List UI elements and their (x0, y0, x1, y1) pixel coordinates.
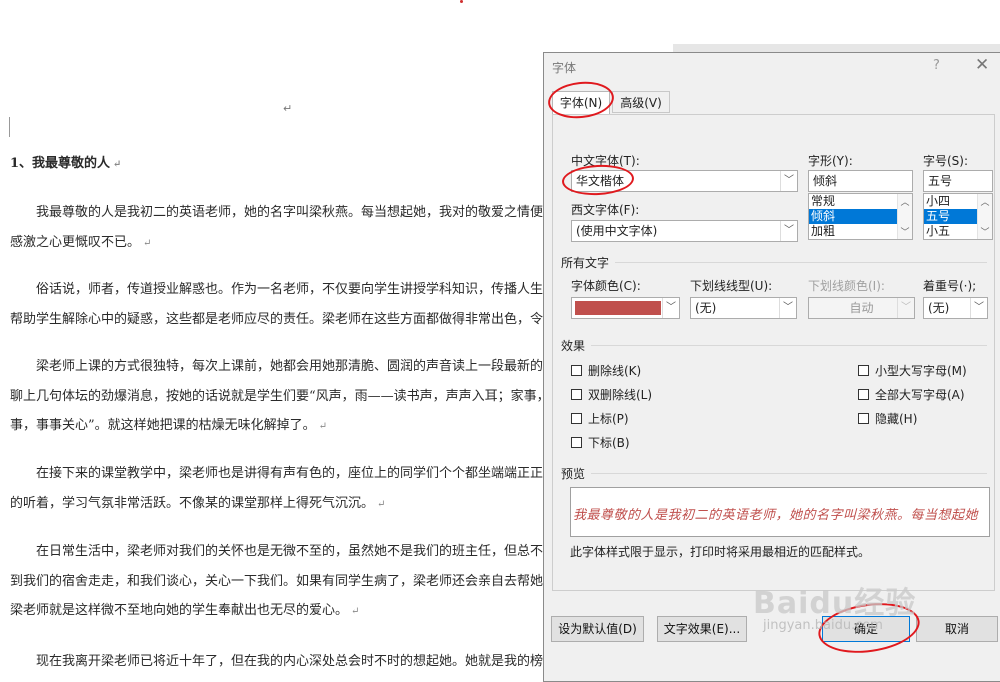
chinese-font-combo[interactable]: 华文楷体 ﹀ (571, 170, 798, 192)
underline-style-combo[interactable]: (无) ﹀ (690, 297, 797, 319)
chevron-down-icon: ﹀ (780, 221, 797, 241)
doc-line: 聊上几句体坛的劲爆消息，按她的话说就是学生们要“风声，雨——读书声，声声入耳；家… (10, 389, 602, 404)
font-size-input[interactable]: 五号 (923, 170, 993, 192)
doc-line: 梁老师上课的方式很独特，每次上课前，她都会用她那清脆、圆润的声音读上一段最新的社… (36, 359, 596, 374)
doc-line: 事，事事关心”。就这样她把课的枯燥无味化解掉了。 ↵ (10, 418, 328, 433)
font-size-list[interactable]: 小四 五号 小五 ︿ ﹀ (923, 193, 993, 240)
emphasis-mark-combo[interactable]: (无) ﹀ (923, 297, 988, 319)
section-divider (591, 473, 987, 474)
text-cursor (9, 117, 10, 137)
superscript-checkbox[interactable]: 上标(P) (571, 410, 629, 427)
emphasis-mark-value: (无) (928, 301, 950, 315)
emphasis-mark-label: 着重号(·); (923, 279, 977, 293)
chevron-down-icon: ﹀ (970, 298, 987, 318)
doc-line: 帮助学生解除心中的疑惑，这些都是老师应尽的责任。梁老师在这些方面都做得非常出色，… (10, 312, 609, 327)
font-style-input[interactable]: 倾斜 (808, 170, 913, 192)
small-caps-checkbox[interactable]: 小型大写字母(M) (858, 362, 967, 379)
western-font-combo[interactable]: (使用中文字体) ﹀ (571, 220, 798, 242)
western-font-label: 西文字体(F): (571, 203, 640, 217)
font-style-label: 字形(Y): (808, 154, 853, 168)
chevron-down-icon: ﹀ (662, 298, 679, 318)
section-divider (591, 345, 987, 346)
doc-line: 在日常生活中，梁老师对我们的关怀也是无微不至的，虽然她不是我们的班主任，但总不忘… (36, 544, 596, 559)
effects-section-label: 效果 (561, 339, 586, 353)
doc-line: 现在我离开梁老师已将近十年了，但在我的内心深处总会时不时的想起她。她就是我的榜样… (36, 654, 609, 669)
dialog-title: 字体 (552, 61, 577, 75)
chinese-font-label: 中文字体(T): (571, 154, 640, 168)
preview-section-label: 预览 (561, 467, 586, 481)
strikethrough-checkbox[interactable]: 删除线(K) (571, 362, 641, 379)
doc-line: 我最尊敬的人是我初二的英语老师，她的名字叫梁秋燕。每当想起她，我对的敬爱之情便油… (36, 205, 596, 220)
chevron-down-icon: ﹀ (780, 171, 797, 191)
doc-line: 到我们的宿舍走走，和我们谈心，关心一下我们。如果有同学生病了，梁老师还会亲自去帮… (10, 574, 609, 589)
section-divider (615, 262, 987, 263)
doc-line: 在接下来的课堂教学中，梁老师也是讲得有声有色的，座位上的同学们个个都坐端端正正，… (36, 466, 596, 481)
tab-font[interactable]: 字体(N) (552, 91, 610, 115)
doc-line: 梁老师就是这样微不至地向她的学生奉献出也无尽的爱心。 ↵ (10, 603, 360, 618)
chevron-down-icon: ﹀ (897, 298, 914, 318)
doc-line: 的听着，学习气氛非常活跃。不像某的课堂那样上得死气沉沉。 ↵ (10, 496, 386, 511)
font-style-option-selected[interactable]: 倾斜 (809, 209, 897, 224)
subscript-checkbox[interactable]: 下标(B) (571, 434, 630, 451)
text-effects-button[interactable]: 文字效果(E)... (657, 616, 747, 642)
doc-heading: 1、我最尊敬的人 ↵ (10, 156, 122, 171)
underline-color-combo: 自动 ﹀ (808, 297, 915, 319)
font-style-list[interactable]: 常规 倾斜 加粗 ︿ ﹀ (808, 193, 913, 240)
chinese-font-value: 华文楷体 (576, 174, 625, 188)
underline-style-label: 下划线线型(U): (690, 279, 773, 293)
preview-box: 我最尊敬的人是我初二的英语老师，她的名字叫梁秋燕。每当想起她 (570, 487, 990, 537)
hidden-checkbox[interactable]: 隐藏(H) (858, 410, 917, 427)
all-text-section-label: 所有文字 (561, 256, 610, 270)
font-color-combo[interactable]: ﹀ (571, 297, 680, 319)
all-caps-checkbox[interactable]: 全部大写字母(A) (858, 386, 965, 403)
ok-button[interactable]: 确定 (822, 616, 910, 642)
preview-text: 我最尊敬的人是我初二的英语老师，她的名字叫梁秋燕。每当想起她 (573, 508, 979, 523)
double-strikethrough-checkbox[interactable]: 双删除线(L) (571, 386, 652, 403)
chevron-down-icon: ﹀ (779, 298, 796, 318)
font-style-scrollbar[interactable]: ︿ ﹀ (897, 194, 912, 239)
font-color-swatch (575, 301, 661, 315)
tab-advanced[interactable]: 高级(V) (612, 91, 670, 113)
font-size-label: 字号(S): (923, 154, 969, 168)
western-font-value: (使用中文字体) (576, 224, 658, 238)
underline-color-label: 下划线颜色(I): (808, 279, 885, 293)
font-color-label: 字体颜色(C): (571, 279, 641, 293)
font-dialog: 字体 ? ✕ 字体(N) 高级(V) 中文字体(T): 华文楷体 ﹀ 西文字体(… (543, 52, 1000, 682)
paragraph-mark: ↵ (283, 102, 293, 115)
set-default-button[interactable]: 设为默认值(D) (551, 616, 644, 642)
cancel-button[interactable]: 取消 (916, 616, 998, 642)
font-size-scrollbar[interactable]: ︿ ﹀ (977, 194, 992, 239)
underline-style-value: (无) (695, 301, 717, 315)
underline-color-value: 自动 (849, 301, 874, 315)
red-dot-mark (460, 0, 463, 3)
doc-line: 感激之心更慨叹不已。 ↵ (10, 235, 152, 250)
preview-note: 此字体样式限于显示，打印时将采用最相近的匹配样式。 (570, 545, 871, 559)
close-icon[interactable]: ✕ (975, 55, 989, 75)
help-icon[interactable]: ? (933, 58, 940, 73)
font-size-option-selected[interactable]: 五号 (924, 209, 977, 224)
doc-line: 俗话说，师者，传道授业解惑也。作为一名老师，不仅要向学生讲授学科知识，传播人生道… (36, 282, 596, 297)
